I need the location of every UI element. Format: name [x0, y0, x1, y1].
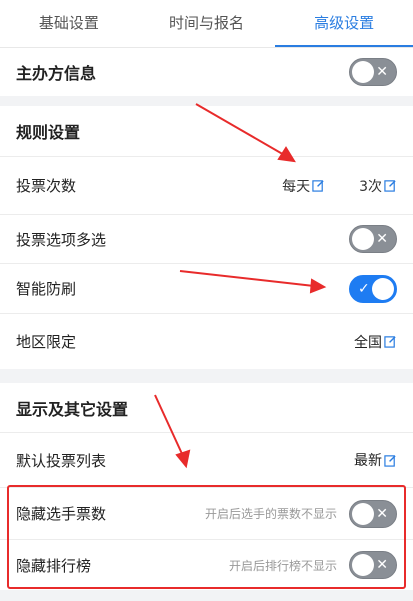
- tab-basic-settings[interactable]: 基础设置: [0, 0, 138, 47]
- section-gap: [0, 96, 413, 106]
- edit-icon: [384, 336, 396, 348]
- rules-title: 规则设置: [16, 123, 81, 142]
- hide-rank-controls: 开启后排行榜不显示 ✕: [229, 551, 397, 579]
- vote-period-value[interactable]: 每天: [282, 176, 325, 196]
- hide-rank-label: 隐藏排行榜: [16, 556, 92, 575]
- hide-votes-row: 隐藏选手票数 开启后选手的票数不显示 ✕: [0, 488, 413, 540]
- multi-select-toggle[interactable]: ✕: [349, 225, 397, 253]
- x-mark-icon: ✕: [376, 64, 388, 80]
- vote-period-text: 每天: [282, 178, 311, 195]
- tab-advanced-settings[interactable]: 高级设置: [275, 0, 413, 47]
- default-list-text: 最新: [354, 453, 382, 469]
- multi-select-label: 投票选项多选: [16, 230, 107, 249]
- toggle-knob: [372, 277, 394, 300]
- default-list-row: 默认投票列表 最新: [0, 433, 413, 488]
- toggle-knob: [352, 502, 374, 525]
- toggle-knob: [352, 228, 374, 250]
- hide-votes-hint: 开启后选手的票数不显示: [204, 507, 337, 521]
- default-list-value[interactable]: 最新: [354, 450, 397, 470]
- hide-rank-hint: 开启后排行榜不显示: [228, 558, 337, 573]
- tab-time-registration[interactable]: 时间与报名: [138, 0, 276, 47]
- anti-cheat-toggle[interactable]: ✓: [349, 274, 397, 303]
- edit-icon: [384, 454, 396, 467]
- x-mark-icon: ✕: [376, 505, 388, 522]
- rules-section: 规则设置 投票次数 每天 3次 投票选项多选 ✕ 智能防刷 ✓ 地区限定 全国: [0, 106, 413, 369]
- vote-count-row: 投票次数 每天 3次: [0, 157, 413, 215]
- edit-icon: [384, 180, 396, 192]
- organizer-section: 主办方信息 ✕: [0, 48, 413, 96]
- toggle-knob: [352, 554, 374, 576]
- display-title: 显示及其它设置: [16, 399, 129, 419]
- vote-times-text: 3次: [359, 178, 382, 195]
- x-mark-icon: ✕: [376, 557, 388, 573]
- x-mark-icon: ✕: [376, 231, 388, 247]
- organizer-row: 主办方信息 ✕: [0, 48, 413, 96]
- region-value[interactable]: 全国: [354, 332, 397, 352]
- region-row: 地区限定 全国: [0, 314, 413, 369]
- hide-votes-label: 隐藏选手票数: [16, 505, 107, 523]
- default-list-label: 默认投票列表: [16, 451, 107, 470]
- hide-rank-toggle[interactable]: ✕: [349, 551, 397, 579]
- vote-count-values: 每天 3次: [254, 176, 397, 196]
- hide-votes-toggle[interactable]: ✕: [349, 499, 397, 528]
- anti-cheat-row: 智能防刷 ✓: [0, 264, 413, 314]
- check-mark-icon: ✓: [358, 280, 370, 297]
- display-title-row: 显示及其它设置: [0, 383, 413, 433]
- vote-times-value[interactable]: 3次: [359, 176, 397, 196]
- organizer-label: 主办方信息: [16, 64, 97, 83]
- tab-bar: 基础设置 时间与报名 高级设置: [0, 0, 413, 48]
- vote-count-label: 投票次数: [16, 177, 77, 195]
- hide-rank-row: 隐藏排行榜 开启后排行榜不显示 ✕: [0, 540, 413, 590]
- hide-votes-controls: 开启后选手的票数不显示 ✕: [204, 499, 397, 528]
- toggle-knob: [352, 61, 374, 83]
- region-label: 地区限定: [16, 333, 77, 351]
- region-text: 全国: [354, 334, 382, 351]
- organizer-toggle[interactable]: ✕: [349, 58, 397, 86]
- edit-icon: [312, 180, 324, 192]
- section-gap: [0, 369, 413, 383]
- multi-select-row: 投票选项多选 ✕: [0, 215, 413, 264]
- anti-cheat-label: 智能防刷: [16, 280, 77, 298]
- display-section: 显示及其它设置 默认投票列表 最新 隐藏选手票数 开启后选手的票数不显示 ✕ 隐…: [0, 383, 413, 590]
- rules-title-row: 规则设置: [0, 106, 413, 157]
